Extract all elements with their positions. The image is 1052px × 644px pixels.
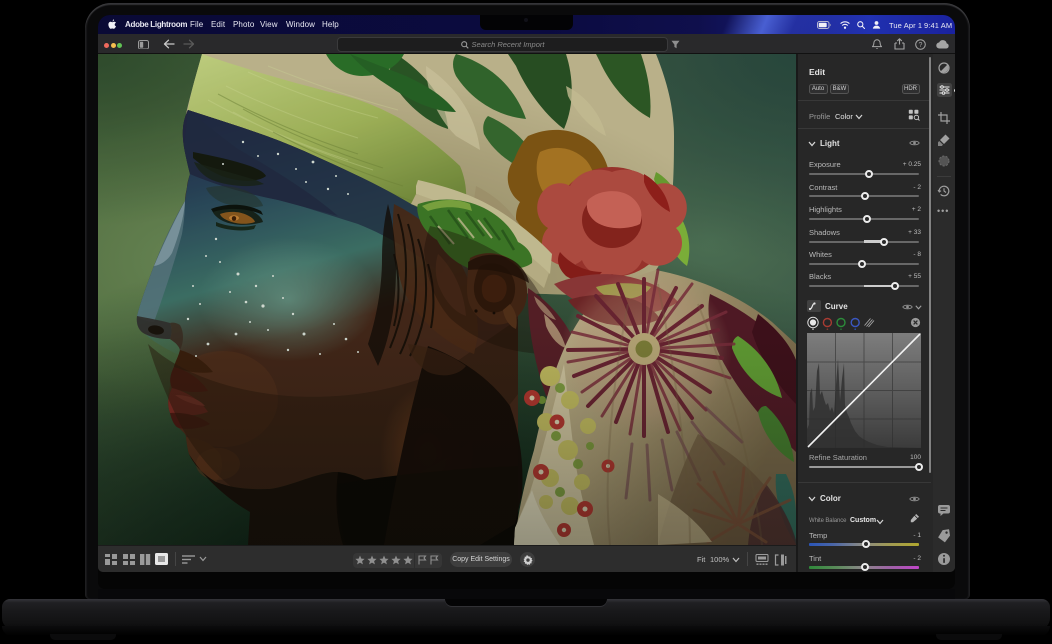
svg-text:?: ? [918,42,922,49]
